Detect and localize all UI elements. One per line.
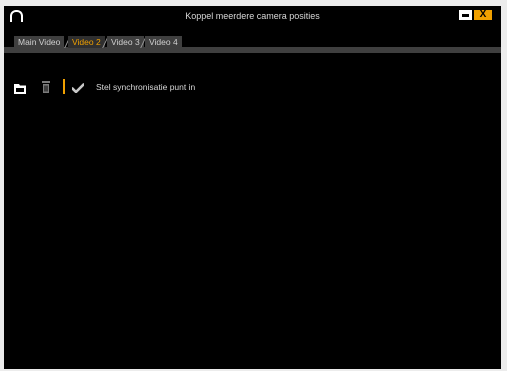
- sync-point-label[interactable]: Stel synchronisatie punt in: [96, 82, 195, 92]
- tab-main-video[interactable]: Main Video: [14, 36, 65, 48]
- window-title: Koppel meerdere camera posities: [185, 11, 320, 21]
- video-content-area: [4, 102, 501, 369]
- tab-video-4[interactable]: Video 4: [145, 36, 182, 48]
- checkmark-icon[interactable]: [71, 80, 85, 98]
- toolbar-divider: [63, 79, 65, 94]
- trash-icon[interactable]: [42, 80, 50, 98]
- main-window: Koppel meerdere camera posities X Main V…: [4, 6, 501, 369]
- toolbar: Stel synchronisatie punt in: [4, 77, 501, 97]
- tab-video-2[interactable]: Video 2: [68, 36, 105, 48]
- folder-icon[interactable]: [14, 81, 26, 99]
- titlebar[interactable]: Koppel meerdere camera posities X: [4, 6, 501, 28]
- maximize-icon[interactable]: [459, 10, 472, 20]
- close-icon[interactable]: X: [474, 10, 492, 20]
- tab-video-3[interactable]: Video 3: [107, 36, 144, 48]
